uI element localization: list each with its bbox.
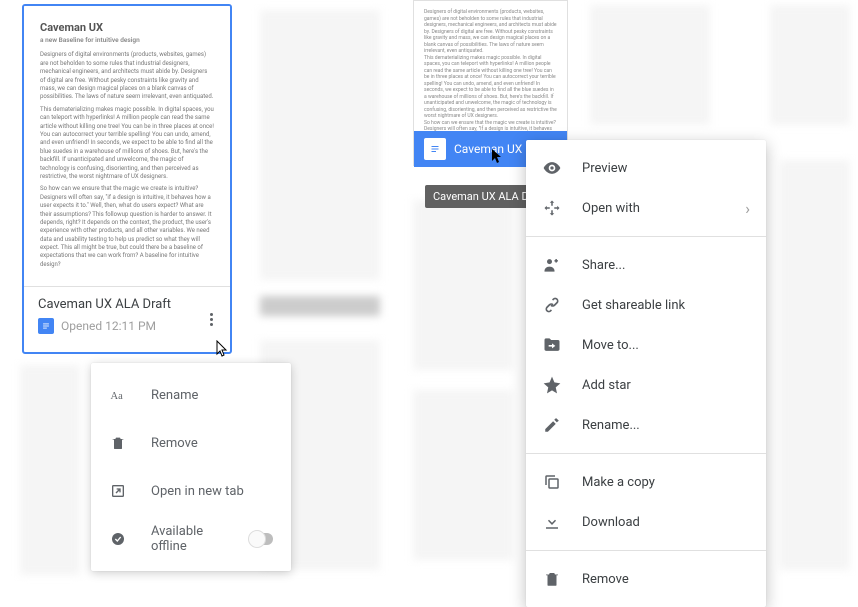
- document-title: Caveman UX ALA Draft: [38, 297, 216, 312]
- preview-subtitle: a new Baseline for intuitive design: [40, 36, 214, 45]
- menu-item-download[interactable]: Download: [526, 502, 766, 542]
- rename-icon: [542, 415, 562, 435]
- offline-icon: [109, 530, 127, 548]
- menu-label: Rename: [151, 388, 198, 403]
- opened-time: Opened 12:11 PM: [61, 319, 156, 333]
- menu-item-make-copy[interactable]: Make a copy: [526, 462, 766, 502]
- offline-toggle[interactable]: [250, 533, 273, 545]
- card-context-menu: Aa Rename Remove Open in new tab Availab…: [91, 363, 291, 571]
- menu-label: Add star: [582, 378, 631, 393]
- document-card[interactable]: Caveman UX a new Baseline for intuitive …: [22, 4, 232, 354]
- menu-label: Open with: [582, 201, 640, 216]
- copy-icon: [542, 472, 562, 492]
- menu-item-remove[interactable]: Remove: [91, 419, 291, 467]
- menu-item-move-to[interactable]: Move to...: [526, 325, 766, 365]
- document-thumbnail: Designers of digital environments (produ…: [414, 1, 567, 131]
- star-icon: [542, 375, 562, 395]
- menu-label: Download: [582, 515, 640, 530]
- menu-item-open-with[interactable]: Open with ›: [526, 188, 766, 228]
- menu-item-preview[interactable]: Preview: [526, 148, 766, 188]
- menu-label: Get shareable link: [582, 298, 685, 313]
- card-footer: Caveman UX ALA Draft Opened 12:11 PM: [24, 286, 230, 344]
- menu-label: Remove: [151, 436, 198, 451]
- menu-label: Move to...: [582, 338, 639, 353]
- menu-item-available-offline[interactable]: Available offline: [91, 515, 291, 563]
- open-new-tab-icon: [109, 482, 127, 500]
- menu-item-open-new-tab[interactable]: Open in new tab: [91, 467, 291, 515]
- chevron-right-icon: ›: [745, 199, 750, 218]
- rename-icon: Aa: [109, 386, 127, 404]
- trash-icon: [542, 569, 562, 589]
- menu-label: Share...: [582, 258, 625, 273]
- menu-item-rename[interactable]: Rename...: [526, 405, 766, 445]
- menu-label: Rename...: [582, 418, 640, 433]
- menu-label: Available offline: [151, 524, 226, 554]
- menu-divider: [526, 236, 766, 237]
- link-icon: [542, 295, 562, 315]
- menu-label: Remove: [582, 572, 629, 587]
- more-options-button[interactable]: [202, 310, 220, 328]
- folder-move-icon: [542, 335, 562, 355]
- preview-icon: [542, 158, 562, 178]
- cursor-icon: [490, 148, 504, 170]
- open-with-icon: [542, 198, 562, 218]
- document-thumbnail: Caveman UX a new Baseline for intuitive …: [24, 6, 230, 286]
- menu-divider: [526, 550, 766, 551]
- menu-divider: [526, 453, 766, 454]
- share-icon: [542, 255, 562, 275]
- menu-item-rename[interactable]: Aa Rename: [91, 371, 291, 419]
- menu-item-remove[interactable]: Remove: [526, 559, 766, 599]
- file-context-menu: Preview Open with › Share... Get shareab…: [526, 140, 766, 607]
- preview-title: Caveman UX: [40, 20, 214, 35]
- menu-item-add-star[interactable]: Add star: [526, 365, 766, 405]
- download-icon: [542, 512, 562, 532]
- menu-label: Make a copy: [582, 475, 655, 490]
- menu-item-shareable-link[interactable]: Get shareable link: [526, 285, 766, 325]
- google-docs-icon: [38, 318, 54, 334]
- cursor-icon: [214, 340, 230, 364]
- google-docs-icon: [424, 138, 446, 160]
- menu-label: Preview: [582, 161, 627, 176]
- menu-label: Open in new tab: [151, 484, 244, 499]
- document-title: Caveman UX: [454, 142, 522, 156]
- menu-item-share[interactable]: Share...: [526, 245, 766, 285]
- trash-icon: [109, 434, 127, 452]
- svg-text:Aa: Aa: [111, 391, 124, 402]
